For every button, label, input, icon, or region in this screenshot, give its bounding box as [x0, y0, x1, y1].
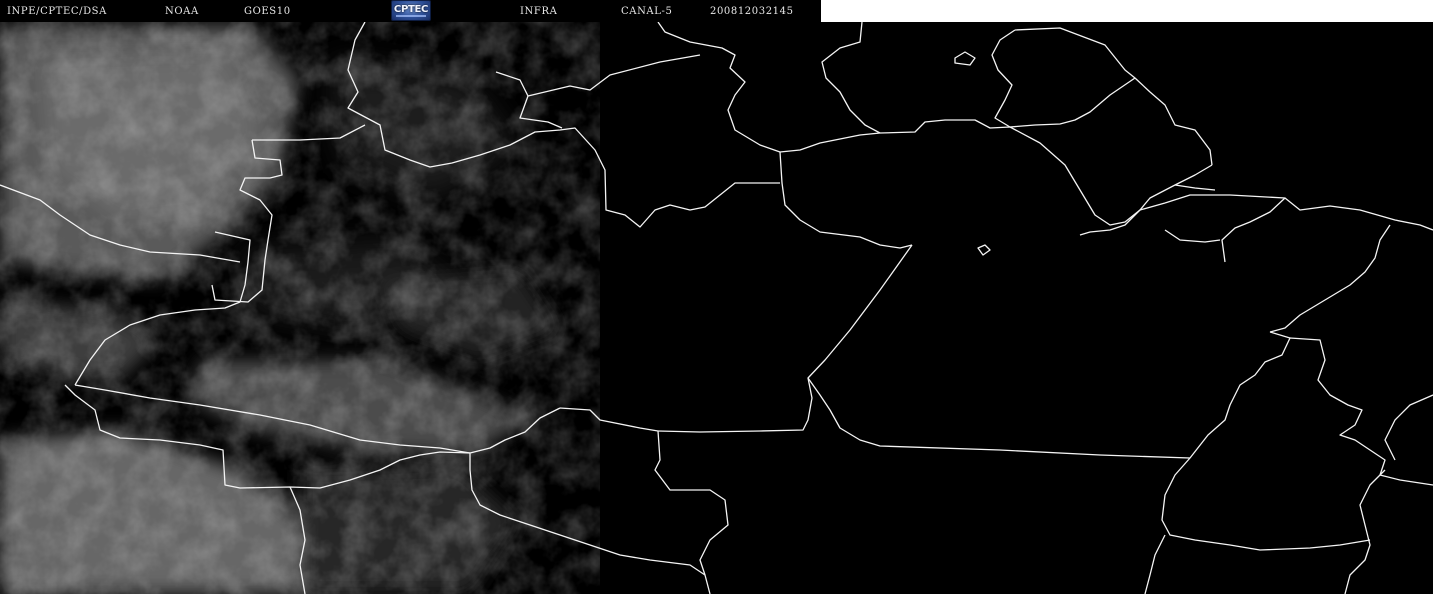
institution-label: INPE/CPTEC/DSA — [7, 6, 107, 17]
satellite-map — [0, 21, 1433, 594]
cptec-logo: CPTEC — [391, 0, 431, 21]
timestamp-label: 200812032145 — [710, 6, 794, 17]
header-blank-area — [821, 0, 1433, 22]
image-header: INPE/CPTEC/DSA NOAA GOES10 CPTEC INFRA C… — [0, 0, 821, 22]
channel-label: CANAL-5 — [621, 6, 673, 17]
cloud-texture — [0, 22, 600, 594]
satellite-image-frame: INPE/CPTEC/DSA NOAA GOES10 CPTEC INFRA C… — [0, 0, 1433, 594]
satellite-label: GOES10 — [244, 6, 291, 17]
agency-label: NOAA — [165, 6, 199, 17]
cptec-logo-swoosh — [396, 15, 426, 17]
cptec-logo-text: CPTEC — [393, 4, 429, 15]
product-label: INFRA — [520, 6, 558, 17]
